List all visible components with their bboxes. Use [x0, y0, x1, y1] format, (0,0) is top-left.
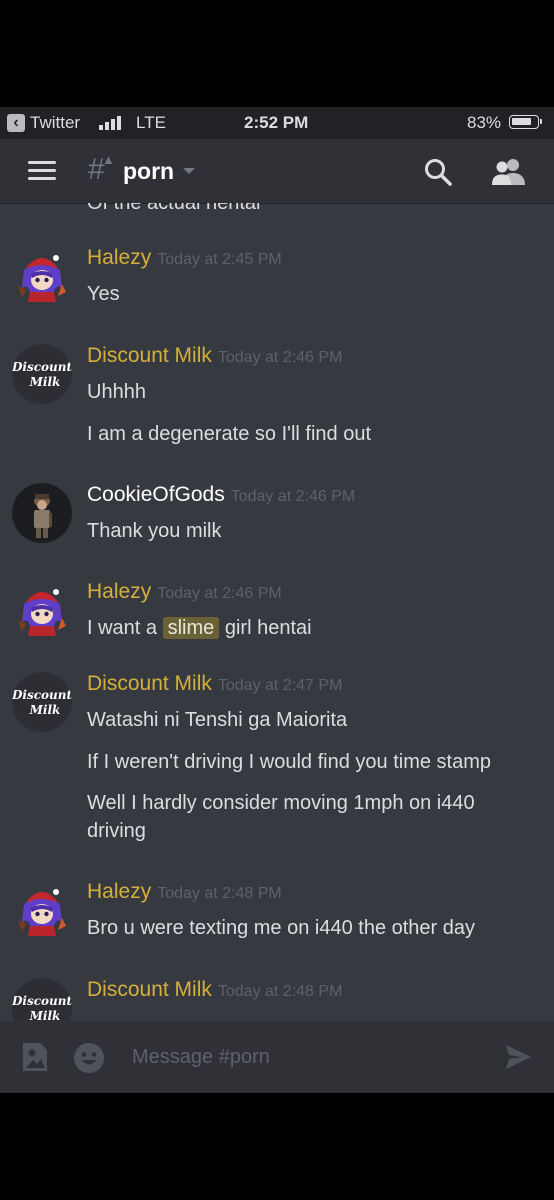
avatar[interactable] — [12, 483, 72, 543]
avatar[interactable] — [12, 880, 72, 940]
partial-message-text: Of the actual hentai — [87, 203, 261, 214]
battery-icon — [509, 115, 542, 129]
message-text: I am a degenerate so I'll find out — [87, 423, 371, 445]
menu-icon[interactable] — [28, 161, 56, 181]
hashtag-alert-icon: # ▲ — [88, 152, 115, 186]
emoji-icon[interactable] — [73, 1042, 105, 1074]
message-text: Bro u were texting me on i440 the other … — [87, 917, 476, 939]
avatar[interactable] — [12, 246, 72, 306]
message-text-segment: girl hentai — [224, 617, 312, 639]
message-text: Thank you milk — [87, 520, 222, 542]
message-author-line: Halezy Today at 2:45 PM — [87, 246, 282, 270]
author-name[interactable]: Discount Milk — [87, 978, 212, 1001]
avatar[interactable]: Discount Milk — [12, 978, 72, 1021]
message-text-segment: I want a — [87, 617, 158, 639]
chevron-down-icon[interactable] — [183, 168, 195, 174]
status-bar: ‹ Twitter LTE 2:52 PM 83% — [0, 107, 554, 139]
author-name[interactable]: Halezy — [87, 880, 151, 903]
message-author-line: Discount Milk Today at 2:46 PM — [87, 344, 342, 368]
anime-girl-avatar-icon — [12, 880, 72, 940]
svg-text:Milk: Milk — [29, 1009, 61, 1021]
message-text: Yes — [87, 283, 120, 305]
message-composer — [0, 1021, 554, 1093]
svg-text:Discount: Discount — [12, 360, 72, 374]
back-to-app-label[interactable]: Twitter — [30, 113, 80, 133]
message-timestamp: Today at 2:47 PM — [217, 677, 343, 694]
message-timestamp: Today at 2:48 PM — [217, 983, 343, 1000]
author-name[interactable]: Discount Milk — [87, 672, 212, 695]
message-timestamp: Today at 2:46 PM — [217, 349, 343, 366]
message-text: If I weren't driving I would find you ti… — [87, 751, 491, 773]
message-text: Watashi ni Tenshi ga Maiorita — [87, 709, 348, 731]
author-name[interactable]: CookieOfGods — [87, 483, 225, 506]
message-author-line: Halezy Today at 2:46 PM — [87, 580, 282, 604]
soldier-avatar-icon — [12, 483, 72, 543]
author-name[interactable]: Halezy — [87, 246, 151, 269]
message-timestamp: Today at 2:48 PM — [157, 885, 282, 902]
anime-girl-avatar-icon — [12, 580, 72, 640]
search-highlight: slime — [162, 617, 220, 639]
channel-name[interactable]: porn — [123, 158, 174, 185]
message-timestamp: Today at 2:46 PM — [157, 585, 282, 602]
svg-text:Milk: Milk — [29, 375, 61, 389]
message-author-line: CookieOfGods Today at 2:46 PM — [87, 483, 355, 507]
anime-girl-avatar-icon — [12, 246, 72, 306]
discount-milk-logo-icon: Discount Milk — [12, 344, 72, 404]
back-arrow-icon[interactable]: ‹ — [7, 114, 25, 132]
search-icon[interactable] — [424, 158, 452, 186]
avatar[interactable]: Discount Milk — [12, 672, 72, 732]
svg-text:Discount: Discount — [12, 994, 72, 1008]
avatar[interactable] — [12, 580, 72, 640]
network-type: LTE — [136, 113, 166, 132]
send-icon[interactable] — [505, 1044, 532, 1070]
message-author-line: Discount Milk Today at 2:47 PM — [87, 672, 342, 696]
message-text: I want a slime girl hentai — [87, 614, 527, 642]
author-name[interactable]: Discount Milk — [87, 344, 212, 367]
avatar[interactable]: Discount Milk — [12, 344, 72, 404]
channel-header: # ▲ porn — [0, 139, 554, 203]
image-attach-icon[interactable] — [20, 1041, 50, 1073]
clock-time: 2:52 PM — [244, 113, 309, 132]
message-timestamp: Today at 2:46 PM — [230, 488, 356, 505]
message-author-line: Discount Milk Today at 2:48 PM — [87, 978, 342, 1002]
svg-text:Discount: Discount — [12, 688, 72, 702]
members-icon[interactable] — [491, 157, 527, 187]
discount-milk-logo-icon: Discount Milk — [12, 978, 72, 1021]
message-text: Well I hardly consider moving 1mph on i4… — [87, 792, 475, 842]
message-author-line: Halezy Today at 2:48 PM — [87, 880, 282, 904]
discount-milk-logo-icon: Discount Milk — [12, 672, 72, 732]
discord-app-screen: ‹ Twitter LTE 2:52 PM 83% # ▲ porn Of the… — [0, 107, 554, 1093]
message-input[interactable] — [124, 1037, 500, 1077]
author-name[interactable]: Halezy — [87, 580, 151, 603]
signal-bars-icon — [99, 116, 121, 130]
message-list[interactable]: Of the actual hentai Halezy Today at 2:45… — [0, 203, 554, 1021]
battery-percent: 83% — [467, 113, 502, 132]
svg-text:Milk: Milk — [29, 703, 61, 717]
message-timestamp: Today at 2:45 PM — [157, 251, 282, 268]
message-text: Uhhhh — [87, 381, 146, 403]
